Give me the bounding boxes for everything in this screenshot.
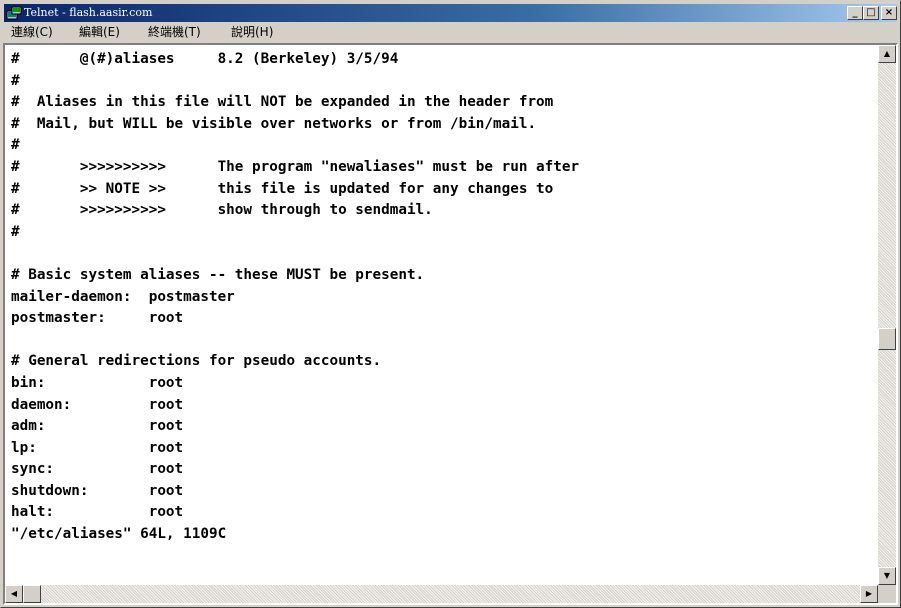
terminal-line: sync: root: [11, 461, 184, 478]
terminal-line: mailer-daemon: postmaster: [11, 288, 235, 305]
scroll-left-button[interactable]: ◀: [5, 585, 23, 603]
terminal-screen[interactable]: # @(#)aliases 8.2 (Berkeley) 3/5/94 # # …: [5, 45, 878, 585]
size-grip[interactable]: [878, 585, 896, 603]
terminal-line: # Mail, but WILL be visible over network…: [11, 115, 537, 132]
terminal-line: #: [11, 223, 20, 240]
vertical-scrollbar[interactable]: ▲ ▼: [878, 45, 896, 585]
close-button[interactable]: ×: [881, 6, 897, 20]
menu-connect[interactable]: 連線(C): [7, 24, 57, 41]
horizontal-scroll-thumb[interactable]: [23, 585, 41, 603]
scroll-down-button[interactable]: ▼: [878, 567, 896, 585]
terminal-frame: # @(#)aliases 8.2 (Berkeley) 3/5/94 # # …: [3, 43, 898, 605]
scroll-up-button[interactable]: ▲: [878, 45, 896, 63]
minimize-button[interactable]: _: [847, 6, 863, 20]
terminal-status-line: "/etc/aliases" 64L, 1109C: [11, 526, 227, 543]
menu-bar: 連線(C) 編輯(E) 終端機(T) 說明(H): [4, 23, 897, 42]
horizontal-scrollbar[interactable]: ◀ ▶: [5, 585, 878, 603]
terminal-line: bin: root: [11, 374, 184, 391]
terminal-line: halt: root: [11, 504, 184, 521]
title-bar[interactable]: Telnet - flash.aasir.com _ □ ×: [4, 4, 897, 22]
terminal-line: postmaster: root: [11, 310, 184, 327]
terminal-text: # @(#)aliases 8.2 (Berkeley) 3/5/94 # # …: [11, 49, 579, 546]
terminal-line: # >>>>>>>>>> The program "newaliases" mu…: [11, 158, 580, 175]
terminal-line: # Aliases in this file will NOT be expan…: [11, 94, 554, 111]
menu-help[interactable]: 說明(H): [227, 24, 277, 41]
telnet-window: Telnet - flash.aasir.com _ □ × 連線(C) 編輯(…: [0, 0, 901, 608]
terminal-line: adm: root: [11, 418, 184, 435]
terminal-line: # >> NOTE >> this file is updated for an…: [11, 180, 554, 197]
menu-edit[interactable]: 編輯(E): [75, 24, 124, 41]
terminal-line: # >>>>>>>>>> show through to sendmail.: [11, 202, 433, 219]
terminal-line: # @(#)aliases 8.2 (Berkeley) 3/5/94: [11, 51, 399, 67]
window-title: Telnet - flash.aasir.com: [24, 6, 153, 19]
terminal-line: # Basic system aliases -- these MUST be …: [11, 266, 425, 283]
maximize-button[interactable]: □: [863, 6, 879, 20]
telnet-app-icon[interactable]: [6, 5, 22, 21]
vertical-scroll-thumb[interactable]: [878, 328, 896, 351]
menu-terminal[interactable]: 終端機(T): [144, 24, 205, 41]
scroll-right-button[interactable]: ▶: [860, 585, 878, 603]
terminal-line: #: [11, 137, 20, 154]
terminal-line: #: [11, 72, 20, 89]
terminal-line: lp: root: [11, 439, 184, 456]
terminal-line: # General redirections for pseudo accoun…: [11, 353, 382, 370]
terminal-line: daemon: root: [11, 396, 184, 413]
terminal-line: shutdown: root: [11, 482, 184, 499]
